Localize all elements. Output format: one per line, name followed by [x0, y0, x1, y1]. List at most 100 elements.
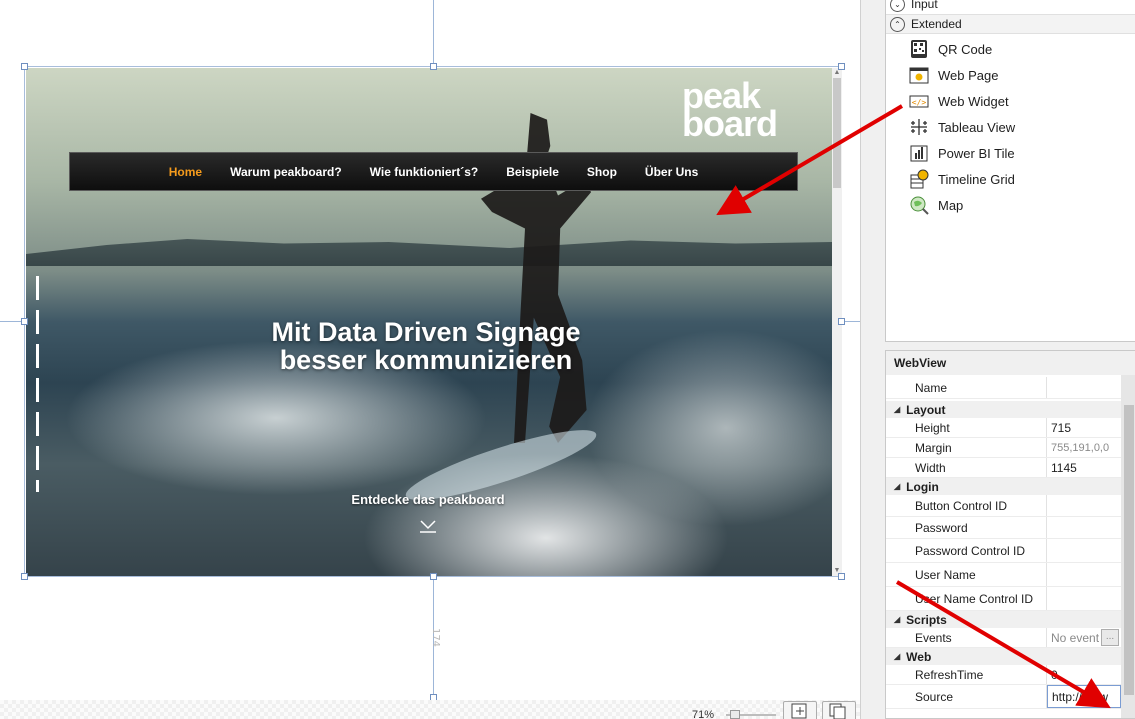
map-icon	[908, 194, 930, 216]
toolbox-item-label: Power BI Tile	[938, 145, 1015, 161]
property-value-width[interactable]: 1145	[1047, 458, 1121, 477]
events-edit-button[interactable]: ...	[1101, 629, 1120, 646]
decorative-dash-line	[36, 276, 39, 492]
toolbox-item-label: Timeline Grid	[938, 171, 1015, 187]
copy-page-icon	[829, 703, 846, 719]
toolbox-item-label: Map	[938, 197, 964, 213]
property-label: Height	[886, 418, 1047, 437]
toolbox-item-timeline-grid[interactable]: Timeline Grid	[908, 167, 1015, 191]
property-value-margin[interactable]: 755,191,0,0	[1047, 438, 1121, 457]
category-label: Layout	[906, 402, 946, 417]
property-label: Source	[886, 685, 1047, 708]
properties-scrollbar[interactable]	[1121, 375, 1135, 718]
web-page-icon	[908, 64, 930, 86]
property-value-button-control-id[interactable]	[1047, 495, 1121, 516]
property-label: Password	[886, 517, 1047, 538]
resize-handle-bottom[interactable]	[430, 573, 437, 580]
collapse-triangle-icon[interactable]: ◢	[894, 615, 900, 624]
toolbox-item-map[interactable]: Map	[908, 193, 963, 217]
nav-link-wie-funktioniert[interactable]: Wie funktioniert´s?	[370, 165, 479, 179]
scrollbar-thumb[interactable]	[833, 78, 841, 188]
property-label: Margin	[886, 438, 1047, 457]
add-screen-button[interactable]	[783, 701, 817, 719]
property-row-height[interactable]: Height 715	[886, 418, 1121, 438]
expand-icon[interactable]: ⌃	[890, 16, 905, 32]
resize-handle-top-left[interactable]	[21, 63, 28, 70]
peakboard-logo[interactable]: peak board	[682, 78, 802, 142]
category-label: Login	[906, 479, 939, 494]
app-window: 174 peak board Home Warum peakboard? Wie…	[0, 0, 1135, 719]
hero-title: Mit Data Driven Signage besser kommunizi…	[271, 317, 581, 375]
property-row-password-control-id[interactable]: Password Control ID	[886, 539, 1121, 563]
collapse-triangle-icon[interactable]: ◢	[894, 652, 900, 661]
background-hills	[26, 239, 832, 266]
zoom-slider-knob[interactable]	[730, 710, 740, 719]
property-row-margin[interactable]: Margin 755,191,0,0	[886, 438, 1121, 458]
category-label: Web	[906, 649, 932, 664]
events-value-text: No event	[1051, 630, 1100, 645]
nav-link-shop[interactable]: Shop	[587, 165, 617, 179]
resize-handle-right[interactable]	[838, 318, 845, 325]
collapse-icon[interactable]: ⌄	[890, 0, 905, 12]
toolbox-group-input[interactable]: ⌄ Input	[886, 0, 1135, 14]
group-label: Extended	[911, 17, 962, 31]
toolbox-item-power-bi[interactable]: Power BI Tile	[908, 141, 1015, 165]
category-label: Scripts	[906, 612, 947, 627]
toolbox-item-web-widget[interactable]: </> Web Widget	[908, 89, 1009, 113]
property-value-refresh-time[interactable]: 0	[1047, 665, 1121, 684]
property-value-user-name[interactable]	[1047, 563, 1121, 586]
property-row-source[interactable]: Source http://www	[886, 685, 1121, 709]
properties-panel: WebView Name ◢ Layout Height 715 Margin …	[885, 350, 1135, 719]
resize-handle-bottom-left[interactable]	[21, 573, 28, 580]
toolbox-item-web-page[interactable]: Web Page	[908, 63, 998, 87]
nav-link-home[interactable]: Home	[169, 165, 202, 179]
property-row-width[interactable]: Width 1145	[886, 458, 1121, 478]
property-row-user-name-control-id[interactable]: User Name Control ID	[886, 587, 1121, 611]
property-value-user-name-control-id[interactable]	[1047, 587, 1121, 610]
zoom-slider[interactable]	[726, 710, 776, 719]
nav-link-ueber-uns[interactable]: Über Uns	[645, 165, 698, 179]
category-layout[interactable]: ◢ Layout	[886, 401, 1121, 418]
property-row-button-control-id[interactable]: Button Control ID	[886, 495, 1121, 517]
property-row-user-name[interactable]: User Name	[886, 563, 1121, 587]
property-row-password[interactable]: Password	[886, 517, 1121, 539]
property-value-height[interactable]: 715	[1047, 418, 1121, 437]
property-value-events[interactable]: No event ...	[1047, 628, 1121, 647]
toolbox-item-tableau[interactable]: Tableau View	[908, 115, 1015, 139]
toolbox-group-extended[interactable]: ⌃ Extended	[886, 14, 1135, 34]
property-row-events[interactable]: Events No event ...	[886, 628, 1121, 648]
property-label: RefreshTime	[886, 665, 1047, 684]
category-scripts[interactable]: ◢ Scripts	[886, 611, 1121, 628]
resize-handle-top-right[interactable]	[838, 63, 845, 70]
property-value-source[interactable]: http://www	[1047, 685, 1121, 708]
nav-link-beispiele[interactable]: Beispiele	[506, 165, 559, 179]
collapse-triangle-icon[interactable]: ◢	[894, 405, 900, 414]
property-value-name[interactable]	[1047, 377, 1121, 398]
property-label: Password Control ID	[886, 539, 1047, 562]
timeline-grid-icon	[908, 168, 930, 190]
web-widget-icon: </>	[908, 90, 930, 112]
property-label: Name	[886, 377, 1047, 398]
nav-link-warum[interactable]: Warum peakboard?	[230, 165, 342, 179]
resize-handle-top[interactable]	[430, 63, 437, 70]
property-value-password[interactable]	[1047, 517, 1121, 538]
property-label: Events	[886, 628, 1047, 647]
category-web[interactable]: ◢ Web	[886, 648, 1121, 665]
scroll-down-icon[interactable]	[418, 516, 438, 536]
property-label: Button Control ID	[886, 495, 1047, 516]
webview-control[interactable]: peak board Home Warum peakboard? Wie fun…	[26, 68, 832, 576]
property-row-name[interactable]: Name	[886, 377, 1121, 399]
property-value-password-control-id[interactable]	[1047, 539, 1121, 562]
copy-screen-button[interactable]	[822, 701, 856, 719]
design-canvas[interactable]: 174 peak board Home Warum peakboard? Wie…	[0, 0, 860, 719]
hero-cta-link[interactable]: Entdecke das peakboard	[326, 492, 530, 507]
collapse-triangle-icon[interactable]: ◢	[894, 482, 900, 491]
toolbox-item-qr-code[interactable]: QR Code	[908, 37, 992, 61]
property-row-refresh-time[interactable]: RefreshTime 0	[886, 665, 1121, 685]
site-navigation: Home Warum peakboard? Wie funktioniert´s…	[69, 152, 798, 191]
scrollbar-thumb[interactable]	[1124, 405, 1134, 695]
category-login[interactable]: ◢ Login	[886, 478, 1121, 495]
resize-handle-left[interactable]	[21, 318, 28, 325]
resize-handle-bottom-right[interactable]	[838, 573, 845, 580]
toolbox-item-label: QR Code	[938, 41, 993, 57]
